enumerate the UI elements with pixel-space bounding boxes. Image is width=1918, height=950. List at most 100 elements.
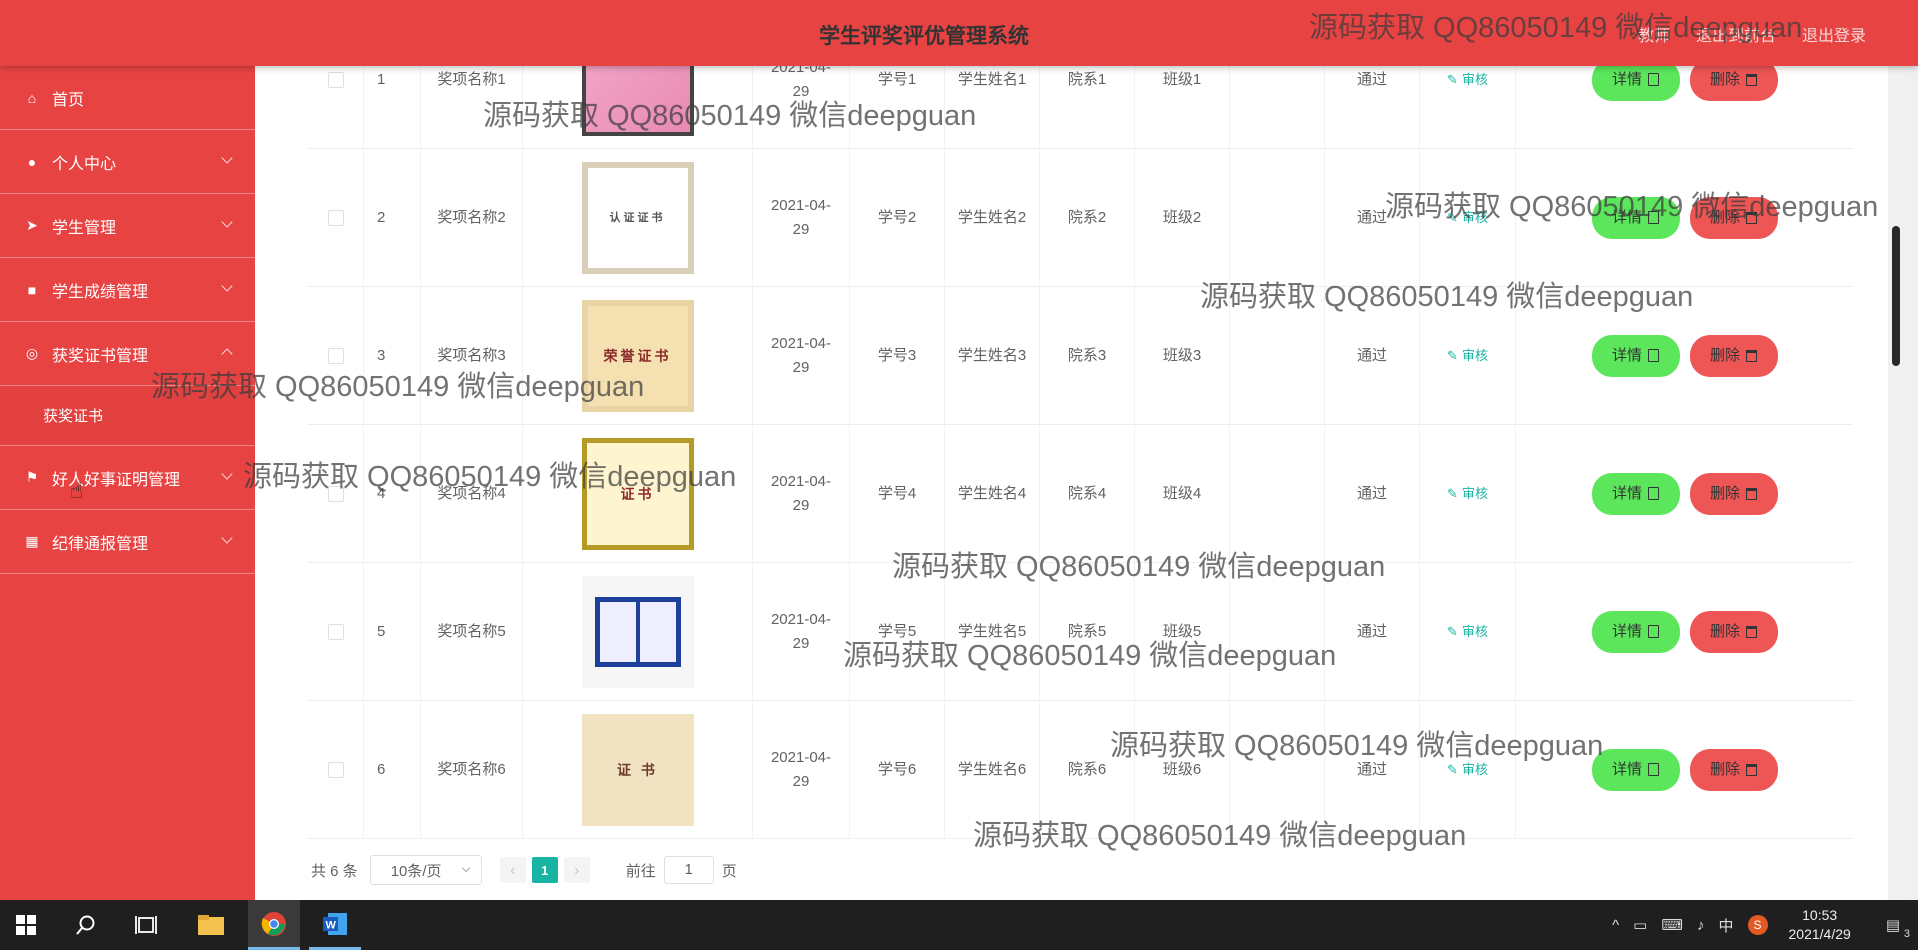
class: 班级3 [1135, 287, 1230, 424]
detail-button[interactable]: 详情 [1591, 472, 1680, 515]
page-size-select[interactable]: 10条/页 [369, 855, 482, 885]
sidebar-item-grade-management[interactable]: ■ 学生成绩管理 [0, 258, 255, 322]
delete-button[interactable]: 删除 [1689, 472, 1778, 515]
audit-link[interactable]: ✎ 审核 [1447, 206, 1488, 230]
chevron-up-icon[interactable]: ^ [1612, 917, 1619, 934]
faculty: 院系1 [1040, 66, 1135, 148]
sidebar-subitem-certificates[interactable]: 获奖证书 [0, 386, 255, 446]
system-tray: ^ ▭ ⌨ ♪ 中 S 10:53 2021/4/29 ▤ 3 [1605, 900, 1918, 950]
volume-icon[interactable]: ♪ [1697, 917, 1705, 934]
detail-button[interactable]: 详情 [1591, 334, 1680, 377]
certificate-image[interactable]: 认证证书 [581, 161, 694, 274]
table-row: 5 奖项名称5 2021-04-29 学号5 学生姓名5 院系5 班级5 通过 … [308, 563, 1853, 701]
trash-icon [1746, 211, 1757, 224]
detail-button[interactable]: 详情 [1591, 748, 1680, 791]
audit-link[interactable]: ✎ 审核 [1447, 620, 1488, 644]
page-title: 学生评奖评优管理系统 [819, 25, 1029, 48]
header-links: 教师 退出到前台 退出登录 [1638, 22, 1866, 46]
row-checkbox[interactable] [327, 623, 344, 640]
battery-icon[interactable]: ▭ [1633, 916, 1647, 934]
audit-status: 通过 [1325, 287, 1420, 424]
detail-button[interactable]: 详情 [1591, 196, 1680, 239]
certificate-caption: 证书 [620, 485, 655, 502]
sidebar-item-home[interactable]: ⌂ 首页 [0, 66, 255, 130]
network-icon[interactable]: ⌨ [1661, 916, 1683, 934]
sidebar-item-label: 学生成绩管理 [52, 283, 149, 301]
search-button[interactable] [60, 900, 112, 950]
certificate-image[interactable] [581, 66, 694, 136]
audit-status: 通过 [1325, 425, 1420, 562]
award-date: 2021-04-29 [753, 425, 850, 562]
delete-button[interactable]: 删除 [1689, 610, 1778, 653]
notification-icon[interactable]: ▤ 3 [1886, 916, 1910, 940]
goto-page-input[interactable]: 1 [663, 856, 714, 884]
student-number: 学号2 [850, 149, 945, 286]
row-checkbox[interactable] [327, 347, 344, 364]
detail-button[interactable]: 详情 [1591, 610, 1680, 653]
flag-icon: ⚑ [25, 469, 39, 485]
student-name: 学生姓名3 [945, 287, 1040, 424]
delete-button[interactable]: 删除 [1689, 748, 1778, 791]
taskbar-word[interactable]: W [309, 900, 361, 950]
vertical-scrollbar[interactable] [1888, 66, 1903, 900]
sidebar-item-certificate-management[interactable]: ◎ 获奖证书管理 [0, 322, 255, 386]
clock[interactable]: 10:53 2021/4/29 [1789, 906, 1851, 944]
document-icon [1648, 211, 1659, 224]
home-icon: ⌂ [27, 89, 37, 106]
row-index: 4 [364, 425, 421, 562]
certificate-image[interactable]: 证书 [581, 437, 694, 550]
chevron-down-icon [221, 216, 233, 228]
delete-button[interactable]: 删除 [1689, 334, 1778, 377]
sidebar-item-good-deeds-management[interactable]: ⚑ 好人好事证明管理 [0, 446, 255, 510]
row-checkbox[interactable] [327, 71, 344, 88]
sidebar-item-label: 纪律通报管理 [52, 535, 149, 553]
row-checkbox[interactable] [327, 761, 344, 778]
page-number[interactable]: 1 [531, 857, 558, 883]
class: 班级4 [1135, 425, 1230, 562]
sidebar-item-personal-center[interactable]: ● 个人中心 [0, 130, 255, 194]
edit-icon: ✎ [1447, 761, 1458, 777]
prev-page-button[interactable]: ‹ [499, 857, 526, 883]
certificate-image[interactable] [581, 575, 694, 688]
scrollbar-thumb[interactable] [1892, 226, 1900, 366]
delete-button[interactable]: 删除 [1689, 66, 1778, 101]
edit-icon: ✎ [1447, 71, 1458, 87]
audit-link[interactable]: ✎ 审核 [1447, 758, 1488, 782]
sidebar-item-discipline-management[interactable]: ▦ 纪律通报管理 [0, 510, 255, 574]
word-icon: W [323, 912, 347, 935]
student-name: 学生姓名5 [945, 563, 1040, 700]
folder-icon [198, 915, 224, 935]
svg-text:W: W [326, 919, 337, 931]
row-checkbox[interactable] [327, 485, 344, 502]
app-tray-icon[interactable]: S [1747, 915, 1768, 935]
audit-link[interactable]: ✎ 审核 [1447, 68, 1488, 92]
table-row: 3 奖项名称3 荣誉证书 2021-04-29 学号3 学生姓名3 院系3 班级… [308, 287, 1853, 425]
role-link[interactable]: 教师 [1638, 22, 1670, 46]
audit-link[interactable]: ✎ 审核 [1447, 344, 1488, 368]
task-view-button[interactable] [120, 900, 172, 950]
ime-indicator[interactable]: 中 [1719, 915, 1734, 936]
table-row: 6 奖项名称6 证 书 2021-04-29 学号6 学生姓名6 院系6 班级6… [308, 701, 1853, 839]
certificate-image[interactable]: 证 书 [581, 713, 694, 826]
page-suffix: 页 [721, 862, 737, 880]
front-link[interactable]: 退出到前台 [1696, 22, 1776, 46]
detail-button[interactable]: 详情 [1591, 66, 1680, 101]
document-icon [1648, 349, 1659, 362]
row-checkbox[interactable] [327, 209, 344, 226]
taskbar-chrome[interactable] [248, 900, 300, 950]
sidebar-item-label: 学生管理 [52, 219, 117, 237]
logout-link[interactable]: 退出登录 [1802, 22, 1866, 46]
class: 班级5 [1135, 563, 1230, 700]
award-date: 2021-04-29 [753, 66, 850, 148]
certificate-image[interactable]: 荣誉证书 [581, 299, 694, 412]
class: 班级1 [1135, 66, 1230, 148]
delete-button[interactable]: 删除 [1689, 196, 1778, 239]
award-name: 奖项名称2 [421, 149, 523, 286]
next-page-button[interactable]: › [563, 857, 590, 883]
taskbar-file-explorer[interactable] [185, 900, 237, 950]
award-name: 奖项名称5 [421, 563, 523, 700]
sidebar-item-student-management[interactable]: ➤ 学生管理 [0, 194, 255, 258]
student-number: 学号4 [850, 425, 945, 562]
audit-link[interactable]: ✎ 审核 [1447, 482, 1488, 506]
start-button[interactable] [0, 900, 52, 950]
